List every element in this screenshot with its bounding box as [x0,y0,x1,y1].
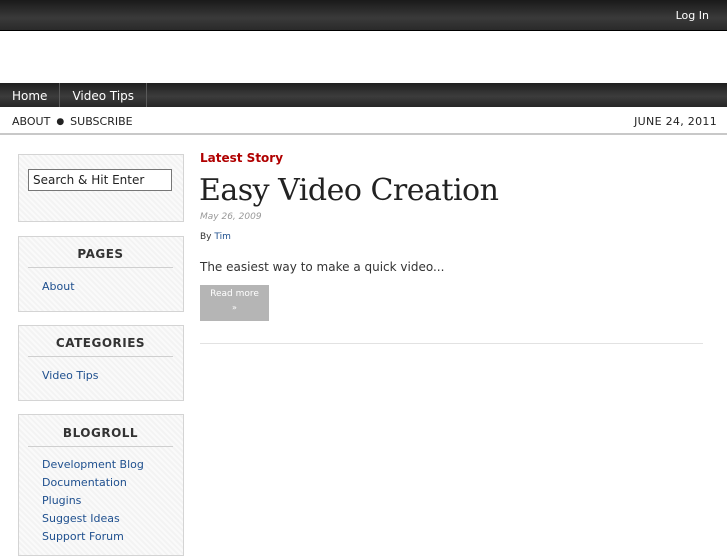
main-nav: Home Video Tips [0,83,727,107]
blogroll-link-documentation[interactable]: Documentation [42,476,127,489]
post-excerpt: The easiest way to make a quick video... [200,260,445,274]
page-link-about[interactable]: About [42,280,75,293]
blogroll-link-support-forum[interactable]: Support Forum [42,530,124,543]
nav-item-home[interactable]: Home [0,83,61,107]
categories-title: CATEGORIES [28,336,173,357]
categories-widget: CATEGORIES Video Tips [18,325,184,401]
post-title[interactable]: Easy Video Creation [199,173,499,208]
search-widget [18,154,184,222]
blogroll-widget: BLOGROLL Development Blog Documentation … [18,414,184,556]
by-label: By [200,232,212,242]
read-more-label: Read more [210,289,259,299]
post-byline: By Tim [200,232,231,242]
sub-nav-links: ABOUT ● SUBSCRIBE [12,115,133,128]
current-date: JUNE 24, 2011 [634,115,717,128]
section-label: Latest Story [200,151,284,165]
separator-dot: ● [56,117,65,127]
blogroll-link-plugins[interactable]: Plugins [42,494,81,507]
nav-item-video-tips[interactable]: Video Tips [60,83,148,107]
sub-nav: ABOUT ● SUBSCRIBE JUNE 24, 2011 [0,107,727,135]
blogroll-title: BLOGROLL [28,426,173,447]
category-link-video-tips[interactable]: Video Tips [42,369,98,382]
author-link[interactable]: Tim [214,232,231,242]
pages-title: PAGES [28,247,173,268]
search-input[interactable] [28,169,172,191]
blogroll-link-development-blog[interactable]: Development Blog [42,458,144,471]
top-bar: Log In [0,0,727,31]
about-link[interactable]: ABOUT [12,115,50,128]
login-link[interactable]: Log In [676,9,709,22]
blogroll-link-suggest-ideas[interactable]: Suggest Ideas [42,512,120,525]
post-divider [200,343,703,344]
pages-widget: PAGES About [18,236,184,312]
read-more-arrow-icon: » [232,303,237,312]
read-more-button[interactable]: Read more » [200,285,269,321]
subscribe-link[interactable]: SUBSCRIBE [70,115,132,128]
post-date: May 26, 2009 [200,212,262,222]
